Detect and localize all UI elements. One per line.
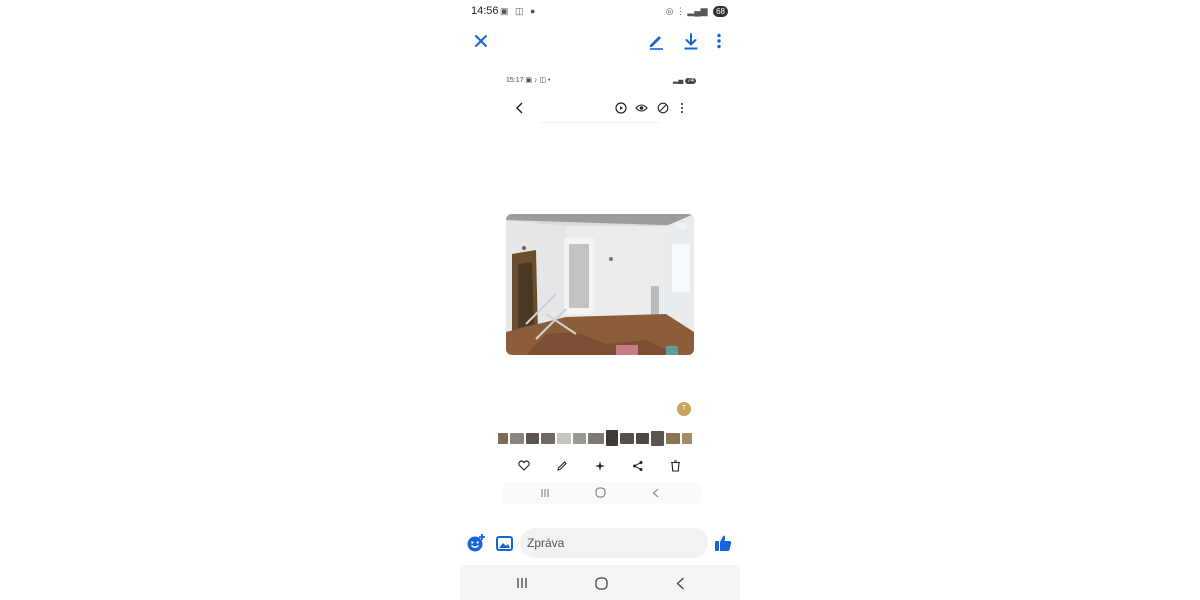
thumbnail[interactable] [510,432,524,444]
inner-signal-icon: ▂▄ [673,77,684,84]
inner-status-icons: ▣ ♪ ◫ • [525,77,551,84]
signal-icon: ▂▄▆ [687,6,708,16]
back-icon [676,577,684,589]
message-input[interactable] [520,528,708,558]
room-photo[interactable] [506,214,694,355]
gallery-button[interactable] [494,533,514,553]
emoji-button[interactable] [465,532,487,554]
image-viewer-toolbar [460,28,740,54]
inner-battery-indicator: 74 [685,78,696,84]
thumbnail[interactable] [498,432,508,444]
battery-indicator: 68 [713,6,728,17]
recents-button[interactable] [512,575,532,591]
heart-icon [518,460,530,471]
wifi-icon: ⋮ [675,6,685,16]
emoji-add-icon [467,534,485,552]
inner-back-icon [652,488,659,498]
thumbnail[interactable] [526,432,539,444]
inner-status-bar: 15:17 ▣ ♪ ◫ • ▂▄ 74 [506,76,696,88]
thumbnail[interactable] [557,432,571,444]
system-navigation-bar [460,565,740,600]
inner-toolbar [506,100,696,116]
motion-photo-icon [615,102,627,114]
back-arrow-icon [516,102,523,114]
hotspot-icon: ◎ [665,6,674,16]
thumbnail[interactable] [541,432,555,444]
back-button[interactable] [670,575,690,591]
edit-button[interactable] [646,31,666,51]
close-icon [475,35,487,47]
trash-icon [671,460,680,472]
status-notification-icons: ▣ ◫ ● [500,6,538,16]
thumbnail[interactable] [636,432,649,444]
more-options-button[interactable] [710,31,728,51]
more-vert-icon [717,33,721,49]
inner-divider [540,122,660,123]
share-icon [633,461,643,471]
inner-pencil-icon [557,461,567,471]
thumbnail-selected[interactable] [606,430,618,446]
pencil-icon [650,36,663,50]
thumbnail[interactable] [588,432,604,444]
thumbnail[interactable] [682,432,692,444]
inner-status-right: ▂▄ 74 [673,76,696,84]
status-right-icons: ◎ ⋮ ▂▄▆ 68 [665,6,728,17]
inner-home-icon [595,487,606,498]
like-button[interactable] [712,532,734,554]
status-time: 14:56 [471,5,499,17]
phone-screen: 14:56 ▣ ◫ ● ◎ ⋮ ▂▄▆ 68 15:17 ▣ ♪ ◫ • ▂▄ … [460,0,740,600]
inner-navigation-bar [502,482,702,504]
inner-action-bar [506,458,696,474]
recents-icon [517,578,527,588]
inner-recents-icon [541,489,549,497]
thumbnail[interactable] [620,432,634,444]
thumbnail[interactable] [573,432,586,444]
download-icon [684,33,698,50]
thumbnail[interactable] [666,432,680,444]
magic-icon [595,461,605,471]
download-button[interactable] [681,31,701,51]
thumbs-up-icon [715,535,732,551]
home-icon [594,576,608,590]
message-composer [460,526,740,562]
status-bar: 14:56 ▣ ◫ ● ◎ ⋮ ▂▄▆ 68 [460,0,740,24]
eye-icon [635,104,648,112]
thumbnail-strip[interactable] [498,430,702,446]
home-button[interactable] [591,574,611,592]
image-icon [495,535,513,551]
room-photo-image [506,214,694,355]
inner-status-time: 15:17 [506,77,524,84]
close-button[interactable] [472,32,490,50]
avatar: T [677,402,691,416]
inner-more-vert-icon [681,103,683,113]
remaster-icon [657,102,669,114]
thumbnail[interactable] [651,430,664,446]
